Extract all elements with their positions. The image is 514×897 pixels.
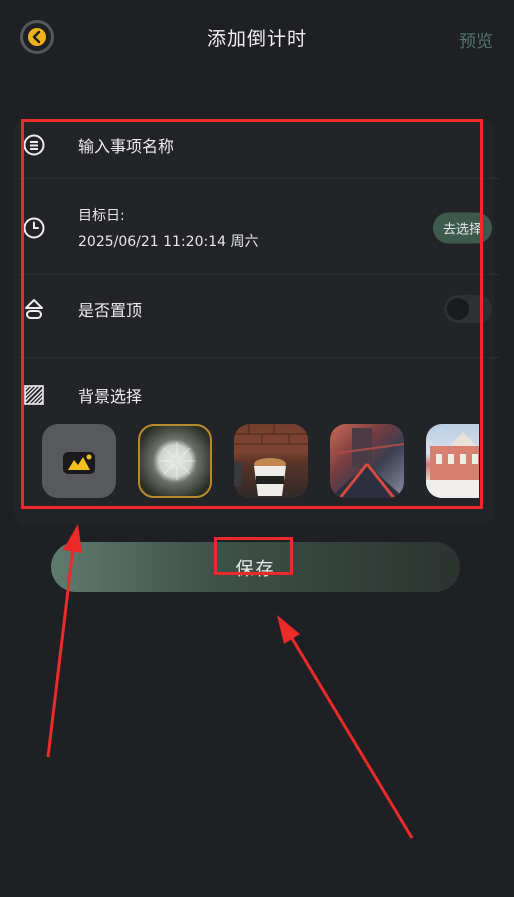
arrow-left bbox=[46, 524, 82, 758]
arrow-right bbox=[277, 615, 414, 839]
annotation-arrows bbox=[46, 524, 414, 839]
